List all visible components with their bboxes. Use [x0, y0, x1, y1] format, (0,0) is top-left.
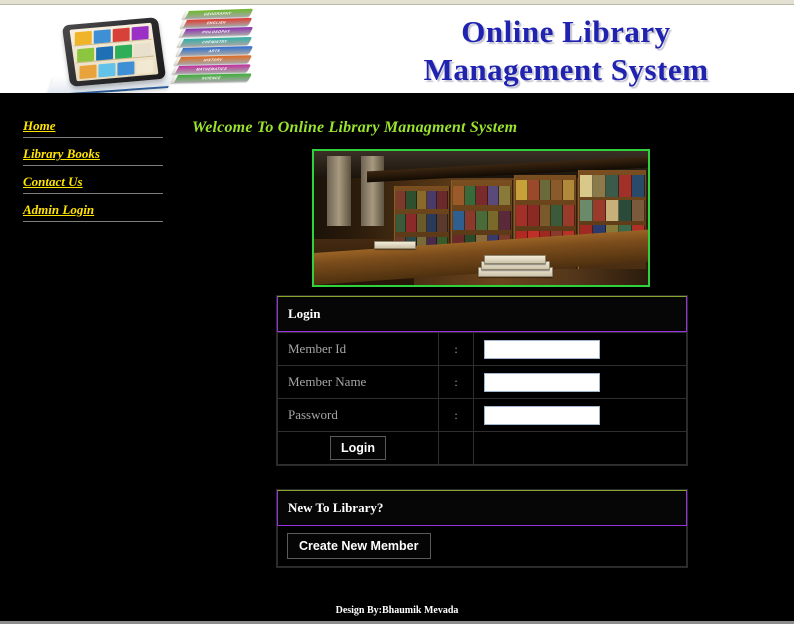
book-stack-graphic: GEOGRAPHY ENGLISH PHILOSOPHY CHEMISTRY ARTS H…: [150, 7, 274, 91]
row-separator: :: [438, 398, 474, 432]
row-separator: :: [438, 332, 474, 366]
sidebar-item-label[interactable]: Contact Us: [23, 174, 83, 189]
photo-book-row: [579, 174, 645, 197]
new-member-panel: New To Library? Create New Member: [276, 489, 688, 568]
row-separator: :: [438, 365, 474, 399]
empty-cell: [438, 431, 474, 465]
member-id-input[interactable]: [484, 339, 600, 359]
sidebar-item-label[interactable]: Library Books: [23, 146, 100, 161]
logo-book-pages: [180, 20, 188, 29]
library-hero-image: [312, 149, 650, 287]
new-member-panel-body: Create New Member: [277, 526, 687, 567]
page-footer: Design By:Bhaumik Mevada: [0, 589, 794, 624]
tablet-screen: [69, 22, 159, 82]
form-row-password: Password :: [277, 398, 687, 432]
logo-artwork: GEOGRAPHY ENGLISH PHILOSOPHY CHEMISTRY ARTS H…: [44, 7, 274, 93]
photo-book-row: [516, 205, 575, 226]
photo-book-row: [579, 199, 645, 222]
photo-book-row: [396, 214, 448, 233]
site-header-banner: GEOGRAPHY ENGLISH PHILOSOPHY CHEMISTRY ARTS H…: [0, 5, 794, 93]
password-input[interactable]: [484, 405, 600, 425]
sidebar-item-admin-login[interactable]: Admin Login: [23, 201, 163, 222]
site-title-line-2: Management System: [423, 52, 709, 87]
sidebar-item-library-books[interactable]: Library Books: [23, 145, 163, 166]
login-panel: Login Member Id : Member Name : Password…: [276, 295, 688, 466]
logo-book-pages: [175, 47, 183, 56]
form-row-member-id: Member Id :: [277, 332, 687, 366]
login-button-cell: Login: [277, 431, 439, 465]
photo-pillar: [360, 156, 385, 227]
sidebar-item-home[interactable]: Home: [23, 117, 163, 138]
login-form-table: Member Id : Member Name : Password : Log…: [277, 332, 687, 465]
logo-book-spine: ARTS: [175, 45, 253, 56]
logo-book-pages: [181, 10, 190, 19]
create-new-member-button[interactable]: Create New Member: [287, 533, 431, 559]
photo-book-row: [516, 179, 575, 201]
login-button[interactable]: Login: [329, 436, 386, 460]
logo-book-spine: CHEMISTRY: [176, 36, 253, 47]
form-row-member-name: Member Name :: [277, 365, 687, 399]
sidebar-item-label[interactable]: Home: [23, 118, 56, 133]
tablet-shelf-row: [77, 59, 157, 80]
main-content: Welcome To Online Library Managment Syst…: [180, 93, 794, 624]
photo-book-row: [396, 190, 448, 210]
form-row-submit: Login: [277, 431, 687, 465]
photo-book-pile: [374, 241, 417, 249]
logo-book-spine: PHILOSOPHY: [178, 27, 253, 38]
member-id-field-cell: [473, 332, 687, 366]
logo-book-pages: [172, 66, 180, 75]
photo-pillar: [327, 156, 351, 227]
logo-book-pages: [170, 75, 179, 84]
password-label: Password: [277, 398, 439, 432]
site-title-line-1: Online Library: [461, 14, 671, 49]
member-name-label: Member Name: [277, 365, 439, 399]
login-panel-heading: Login: [277, 296, 687, 332]
site-title: Online Library Management System: [386, 13, 746, 89]
empty-cell: [473, 431, 687, 465]
welcome-heading: Welcome To Online Library Managment Syst…: [192, 119, 518, 136]
logo-book-pages: [176, 38, 185, 47]
photo-book-row: [452, 185, 512, 206]
sidebar-item-label[interactable]: Admin Login: [23, 202, 94, 217]
logo-book-pages: [173, 56, 182, 65]
password-field-cell: [473, 398, 687, 432]
logo-book-spine: SCIENCE: [170, 73, 252, 84]
new-member-panel-heading: New To Library?: [277, 490, 687, 526]
member-name-field-cell: [473, 365, 687, 399]
logo-book-pages: [178, 29, 187, 38]
logo-book-spine: HISTORY: [173, 55, 253, 65]
photo-book-pile: [484, 254, 547, 264]
library-photo: [314, 151, 648, 285]
footer-credit-text: Design By:Bhaumik Mevada: [335, 605, 459, 616]
sidebar-navigation: Home Library Books Contact Us Admin Logi…: [0, 93, 180, 229]
sidebar-item-contact-us[interactable]: Contact Us: [23, 173, 163, 194]
photo-book-row: [452, 210, 512, 230]
member-name-input[interactable]: [484, 372, 600, 392]
member-id-label: Member Id: [277, 332, 439, 366]
page-body: Home Library Books Contact Us Admin Logi…: [0, 93, 794, 624]
